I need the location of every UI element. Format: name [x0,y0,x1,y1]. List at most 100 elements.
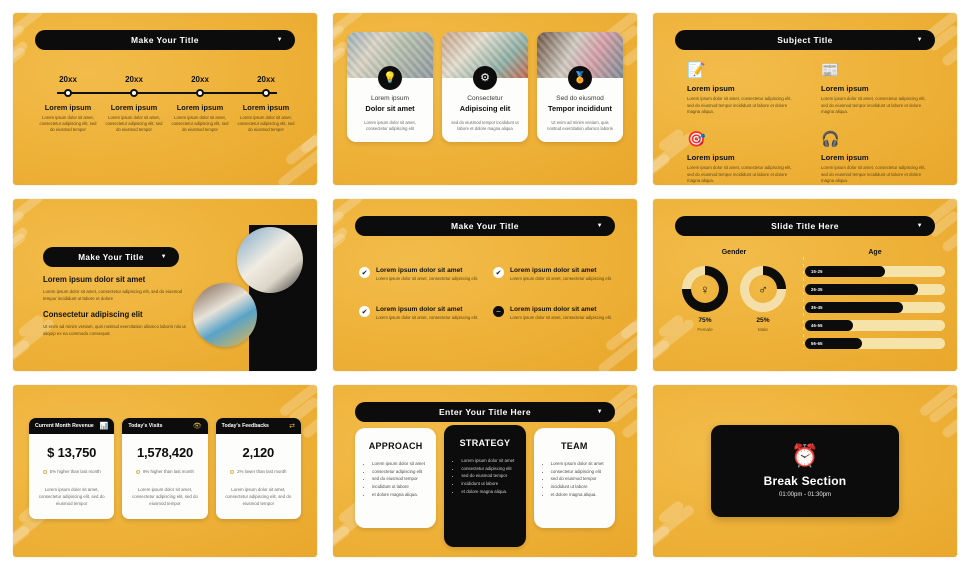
column-bullet: incididunt ut labore [372,483,427,491]
slide-title: Make Your Title [78,252,144,262]
photo-card[interactable]: 🏅 Sed do eiusmod Tempor incididunt Ut en… [537,32,623,142]
kpi-title: Today's Feedbacks [221,423,269,429]
content-column[interactable]: TEAM Lorem ipsum dolor sit ametconsectetu… [533,428,615,528]
chevron-down-icon[interactable]: ▼ [917,37,923,43]
feature-body: Lorem ipsum dolor sit amet, consectetur … [687,164,792,184]
checklist-item[interactable]: ✔ Lorem ipsum dolor sit amet Lorem ipsum… [493,267,615,282]
timeline-item-heading: Lorem ipsum [242,103,290,112]
age-bar-label: 15-25 [811,269,823,274]
timeline-item-body: Lorem ipsum dolor sit amet, consectetur … [39,115,97,133]
slide-title: Make Your Title [131,35,199,45]
slide-kpi[interactable]: Current Month Revenue 📊 $ 13,750 5% high… [13,385,317,557]
slide-demographics[interactable]: Slide Title Here ▼ Gender ♀ 75% Female ♂… [653,199,957,371]
slide-checklist[interactable]: Make Your Title ▼ ✔ Lorem ipsum dolor si… [333,199,637,371]
circular-photo [237,227,303,293]
timeline-year: 20xx [125,75,143,84]
chevron-down-icon[interactable]: ▼ [597,409,603,415]
chevron-down-icon[interactable]: ▼ [917,223,923,229]
slide-break[interactable]: ⏰ Break Section 01:00pm - 01:30pm [653,385,957,557]
kpi-value: $ 13,750 [47,445,97,460]
kpi-card-header: Current Month Revenue 📊 [29,418,115,434]
target-icon: 🎯 [687,130,706,148]
card-photo: 💡 [347,32,433,90]
donut-male[interactable]: ♂ 25% Male [740,266,786,332]
timeline-dot[interactable] [64,89,72,97]
column-bullet: sed do eiusmod tempor [372,475,427,483]
timeline-item-body: Lorem ipsum dolor sit amet, consectetur … [171,115,229,133]
exchange-arrows-icon: ⇄ [289,422,295,430]
gear-icon: ⚙ [473,66,497,90]
slide-title-bar[interactable]: Make Your Title ▼ [35,30,295,50]
kpi-card-visits[interactable]: Today's Visits 👁 1,578,420 9% higher tha… [122,418,208,520]
chevron-down-icon[interactable]: ▼ [597,223,603,229]
timeline-year: 20xx [257,75,275,84]
slide-title-bar[interactable]: Subject Title ▼ [675,30,935,50]
slide-text-photos[interactable]: Make Your Title ▼ Lorem ipsum dolor sit … [13,199,317,371]
feature-item[interactable]: 🎯 Lorem ipsum Lorem ipsum dolor sit amet… [687,132,797,185]
kpi-card-feedbacks[interactable]: Today's Feedbacks ⇄ 2,120 2% lower than … [215,418,301,520]
feature-item[interactable]: 📝 Lorem ipsum Lorem ipsum dolor sit amet… [687,63,797,116]
check-icon[interactable]: ✔ [359,306,370,318]
age-bar-label: 56-65 [811,341,823,346]
age-bar-label: 26-35 [811,287,823,292]
check-icon[interactable]: ✔ [493,267,504,278]
male-figure-icon: ♂ [749,275,777,303]
chevron-down-icon[interactable]: ▼ [277,37,283,43]
content-column[interactable]: APPROACH Lorem ipsum dolor sit ametconsec… [355,428,437,528]
kpi-delta-text: 2% lower than last month [237,469,287,474]
timeline-dot[interactable] [130,89,138,97]
chevron-down-icon[interactable]: ▼ [161,254,167,260]
checklist-item[interactable]: – Lorem ipsum dolor sit amet Lorem ipsum… [493,306,615,321]
slide-title-bar[interactable]: Slide Title Here ▼ [675,216,935,236]
column-heading: STRATEGY [459,438,511,448]
slide-three-columns[interactable]: Enter Your Title Here ▼ APPROACH Lorem ip… [333,385,637,557]
checklist-heading: Lorem ipsum dolor sit amet [376,267,463,274]
kpi-card-header: Today's Visits 👁 [122,418,208,434]
photo-card[interactable]: ⚙ Consectetur Adipiscing elit sed do eiu… [442,32,528,142]
checklist-item[interactable]: ✔ Lorem ipsum dolor sit amet Lorem ipsum… [359,267,481,282]
column-bullet: et dolore magna aliqua. [551,491,606,499]
break-card: ⏰ Break Section 01:00pm - 01:30pm [711,425,899,517]
photo-card[interactable]: 💡 Lorem ipsum Dolor sit amet Lorem ipsum… [347,32,433,142]
kpi-delta-text: 9% higher than last month [142,469,194,474]
minus-icon[interactable]: – [493,306,504,318]
column-bullet: et dolore magna aliqua. [461,488,516,496]
timeline-item: Lorem ipsum Lorem ipsum dolor sit amet, … [101,103,167,133]
timeline-item: Lorem ipsum Lorem ipsum dolor sit amet, … [233,103,299,133]
kpi-title: Today's Visits [128,423,163,429]
feature-item[interactable]: 🎧 Lorem ipsum Lorem ipsum dolor sit amet… [821,132,931,185]
donut-ring: ♀ [682,266,728,312]
checklist-item[interactable]: ✔ Lorem ipsum dolor sit amet Lorem ipsum… [359,306,481,321]
card-body: Lorem ipsum dolor sit amet, consectetur … [364,120,416,132]
age-bar-list: 15-25 26-35 36-45 46-55 56-65 [805,266,945,349]
document-edit-icon: 📝 [687,62,706,79]
status-dot-icon [230,469,235,474]
column-bullet: consectetur adipiscing elit [372,468,427,476]
column-bullet: consectetur adipiscing elit [551,468,606,476]
content-column[interactable]: STRATEGY Lorem ipsum dolor sit ametconsec… [444,425,526,547]
card-body: Ut enim ad minim veniam, quis nostrud ex… [547,120,613,132]
column-bullet: Lorem ipsum dolor sit amet [372,460,427,468]
column-bullet: consectetur adipiscing elit [461,465,516,473]
donut-female[interactable]: ♀ 75% Female [682,266,728,332]
slide-subject-title[interactable]: Subject Title ▼ 📝 Lorem ipsum Lorem ipsu… [653,13,957,185]
timeline-dot[interactable] [262,89,270,97]
check-icon[interactable]: ✔ [359,267,370,278]
news-document-icon: 📰 [821,62,840,79]
timeline-dot[interactable] [196,89,204,97]
circular-photo [193,283,257,347]
slide-photo-cards[interactable]: 💡 Lorem ipsum Dolor sit amet Lorem ipsum… [333,13,637,185]
slide-title-bar[interactable]: Make Your Title ▼ [355,216,615,236]
column-row: APPROACHLorem ipsum dolor sit ametconsec… [355,425,615,547]
slide-title: Slide Title Here [771,221,839,231]
timeline: 20xx 20xx 20xx 20xx Lorem ipsum Lorem ip… [35,75,299,133]
checklist-heading: Lorem ipsum dolor sit amet [510,267,597,274]
slide-title: Make Your Title [451,221,519,231]
slide-title-bar[interactable]: Make Your Title ▼ [43,247,179,267]
timeline-captions: Lorem ipsum Lorem ipsum dolor sit amet, … [35,103,299,133]
icon-feature-grid: 📝 Lorem ipsum Lorem ipsum dolor sit amet… [687,63,931,185]
feature-item[interactable]: 📰 Lorem ipsum Lorem ipsum dolor sit amet… [821,63,931,116]
slide-title-bar[interactable]: Enter Your Title Here ▼ [355,402,615,422]
slide-timeline[interactable]: Make Your Title ▼ 20xx 20xx 20xx 20xx Lo… [13,13,317,185]
kpi-card-revenue[interactable]: Current Month Revenue 📊 $ 13,750 5% high… [29,418,115,520]
